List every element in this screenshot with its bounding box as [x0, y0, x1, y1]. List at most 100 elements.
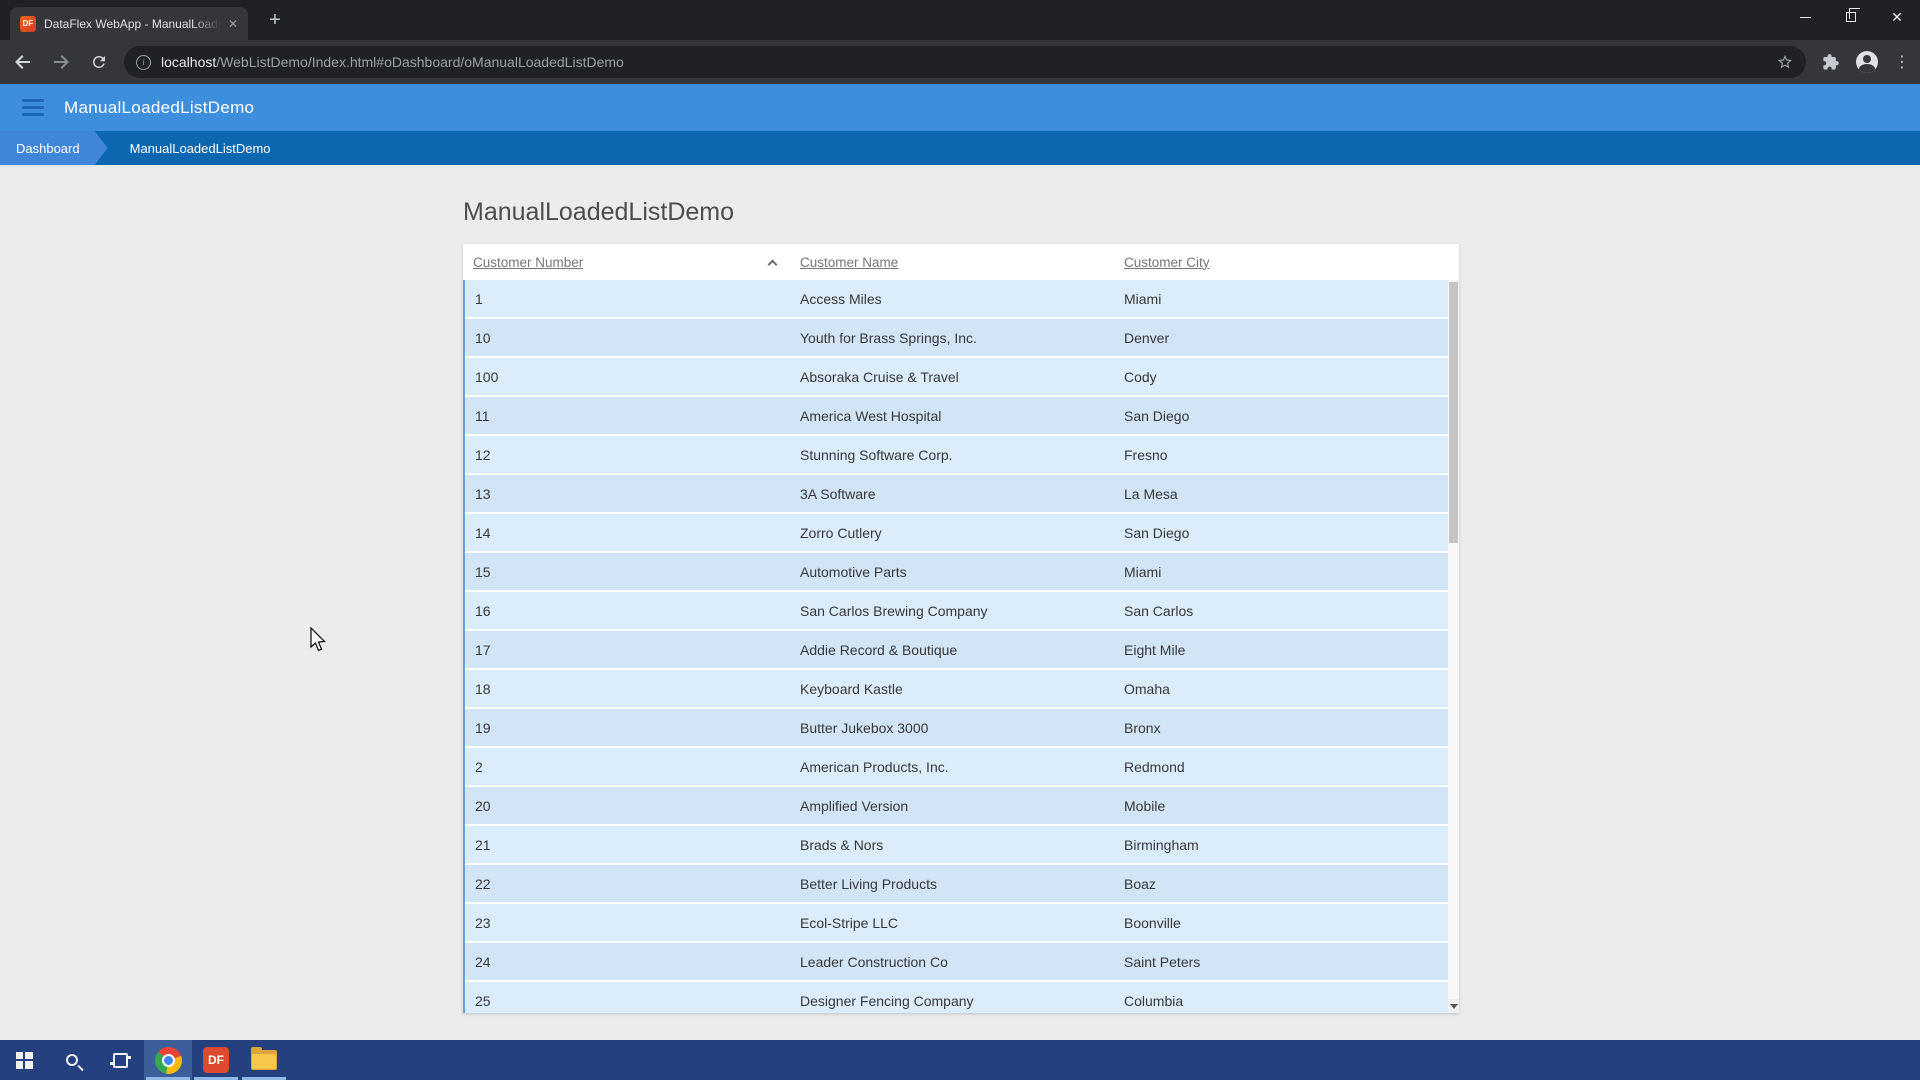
bookmark-star-icon[interactable]: [1776, 53, 1794, 71]
taskbar-file-explorer-button[interactable]: [240, 1040, 288, 1080]
window-restore-button[interactable]: [1828, 0, 1874, 34]
table-row[interactable]: 1 Access Miles Miami: [465, 280, 1448, 317]
cell-customer-city: Redmond: [1114, 748, 1448, 785]
table-header-row: Customer Number Customer Name Customer C…: [463, 244, 1459, 280]
task-view-icon: [113, 1053, 128, 1068]
start-button[interactable]: [0, 1040, 48, 1080]
browser-toolbar: i localhost/WebListDemo/Index.html#oDash…: [0, 40, 1920, 84]
cell-customer-name: Access Miles: [790, 280, 1114, 317]
table-row[interactable]: 25 Designer Fencing Company Columbia: [465, 982, 1448, 1013]
dataflex-favicon-icon: DF: [20, 16, 36, 32]
column-header-customer-name[interactable]: Customer Name: [790, 255, 1114, 270]
screen: DF DataFlex WebApp - ManualLoaded ✕ + ✕ …: [0, 0, 1920, 1080]
windows-logo-icon: [16, 1052, 33, 1069]
url-text: localhost/WebListDemo/Index.html#oDashbo…: [161, 54, 1776, 70]
cell-customer-number: 18: [465, 670, 790, 707]
browser-tab[interactable]: DF DataFlex WebApp - ManualLoaded ✕: [10, 7, 248, 40]
task-view-button[interactable]: [96, 1040, 144, 1080]
cell-customer-city: Mobile: [1114, 787, 1448, 824]
browser-tabstrip: DF DataFlex WebApp - ManualLoaded ✕ + ✕: [0, 0, 1920, 40]
cell-customer-name: Absoraka Cruise & Travel: [790, 358, 1114, 395]
table-row[interactable]: 23 Ecol-Stripe LLC Boonville: [465, 904, 1448, 941]
page-info-icon[interactable]: i: [136, 55, 151, 70]
cell-customer-city: Saint Peters: [1114, 943, 1448, 980]
cell-customer-city: San Diego: [1114, 514, 1448, 551]
cell-customer-name: Amplified Version: [790, 787, 1114, 824]
profile-avatar[interactable]: [1856, 51, 1878, 73]
forward-icon: [52, 53, 70, 71]
taskbar-dataflex-button[interactable]: DF: [192, 1040, 240, 1080]
cell-customer-name: Keyboard Kastle: [790, 670, 1114, 707]
window-close-button[interactable]: ✕: [1874, 0, 1920, 34]
hamburger-menu-icon[interactable]: [22, 99, 44, 116]
cell-customer-number: 11: [465, 397, 790, 434]
back-button[interactable]: [8, 47, 38, 77]
cell-customer-city: Miami: [1114, 553, 1448, 590]
cell-customer-number: 24: [465, 943, 790, 980]
file-explorer-icon: [251, 1050, 277, 1070]
table-body: 1 Access Miles Miami 10 Youth for Brass …: [463, 280, 1459, 1013]
new-tab-button[interactable]: +: [262, 8, 288, 34]
cell-customer-number: 10: [465, 319, 790, 356]
back-icon: [14, 53, 32, 71]
table-row[interactable]: 100 Absoraka Cruise & Travel Cody: [465, 358, 1448, 395]
app-header-title: ManualLoadedListDemo: [64, 98, 254, 118]
browser-menu-icon[interactable]: ⋮: [1894, 52, 1910, 72]
cell-customer-city: Boaz: [1114, 865, 1448, 902]
table-row[interactable]: 12 Stunning Software Corp. Fresno: [465, 436, 1448, 473]
customer-list-card: Customer Number Customer Name Customer C…: [463, 244, 1459, 1013]
scrollbar-thumb[interactable]: [1449, 282, 1458, 543]
page-content: ManualLoadedListDemo Customer Number Cus…: [0, 165, 1920, 1040]
url-input[interactable]: i localhost/WebListDemo/Index.html#oDash…: [124, 46, 1806, 78]
cell-customer-name: Ecol-Stripe LLC: [790, 904, 1114, 941]
table-row[interactable]: 10 Youth for Brass Springs, Inc. Denver: [465, 319, 1448, 356]
scrollbar-down-button[interactable]: [1448, 999, 1459, 1013]
table-row[interactable]: 11 America West Hospital San Diego: [465, 397, 1448, 434]
table-row[interactable]: 17 Addie Record & Boutique Eight Mile: [465, 631, 1448, 668]
cell-customer-name: Better Living Products: [790, 865, 1114, 902]
cell-customer-name: Leader Construction Co: [790, 943, 1114, 980]
table-row[interactable]: 2 American Products, Inc. Redmond: [465, 748, 1448, 785]
cell-customer-number: 2: [465, 748, 790, 785]
cell-customer-name: Addie Record & Boutique: [790, 631, 1114, 668]
tab-title: DataFlex WebApp - ManualLoaded: [44, 17, 224, 31]
table-row[interactable]: 22 Better Living Products Boaz: [465, 865, 1448, 902]
cell-customer-city: Omaha: [1114, 670, 1448, 707]
table-row[interactable]: 15 Automotive Parts Miami: [465, 553, 1448, 590]
table-scrollbar[interactable]: [1448, 280, 1459, 1013]
cell-customer-name: Automotive Parts: [790, 553, 1114, 590]
taskbar-search-button[interactable]: [48, 1040, 96, 1080]
table-row[interactable]: 19 Butter Jukebox 3000 Bronx: [465, 709, 1448, 746]
breadcrumb-item-dashboard[interactable]: Dashboard: [0, 131, 108, 165]
taskbar-chrome-button[interactable]: [144, 1040, 192, 1080]
breadcrumb-item-current[interactable]: ManualLoadedListDemo: [130, 131, 271, 165]
column-header-customer-city[interactable]: Customer City: [1114, 255, 1448, 270]
cell-customer-number: 17: [465, 631, 790, 668]
table-row[interactable]: 13 3A Software La Mesa: [465, 475, 1448, 512]
table-row[interactable]: 21 Brads & Nors Birmingham: [465, 826, 1448, 863]
cell-customer-name: American Products, Inc.: [790, 748, 1114, 785]
table-row[interactable]: 20 Amplified Version Mobile: [465, 787, 1448, 824]
cell-customer-city: San Diego: [1114, 397, 1448, 434]
tab-close-icon[interactable]: ✕: [224, 15, 242, 33]
cell-customer-city: Birmingham: [1114, 826, 1448, 863]
table-row[interactable]: 14 Zorro Cutlery San Diego: [465, 514, 1448, 551]
cell-customer-number: 100: [465, 358, 790, 395]
table-row[interactable]: 16 San Carlos Brewing Company San Carlos: [465, 592, 1448, 629]
window-minimize-button[interactable]: [1782, 0, 1828, 34]
reload-button[interactable]: [84, 47, 114, 77]
cell-customer-city: Bronx: [1114, 709, 1448, 746]
column-header-customer-number[interactable]: Customer Number: [463, 255, 790, 270]
cell-customer-city: Denver: [1114, 319, 1448, 356]
table-row[interactable]: 18 Keyboard Kastle Omaha: [465, 670, 1448, 707]
cell-customer-number: 25: [465, 982, 790, 1013]
forward-button[interactable]: [46, 47, 76, 77]
cell-customer-name: Youth for Brass Springs, Inc.: [790, 319, 1114, 356]
extensions-icon[interactable]: [1820, 52, 1840, 72]
cell-customer-number: 12: [465, 436, 790, 473]
table-row[interactable]: 24 Leader Construction Co Saint Peters: [465, 943, 1448, 980]
cell-customer-city: Cody: [1114, 358, 1448, 395]
toolbar-right-icons: ⋮: [1820, 51, 1910, 73]
cell-customer-number: 22: [465, 865, 790, 902]
search-icon: [66, 1054, 78, 1066]
